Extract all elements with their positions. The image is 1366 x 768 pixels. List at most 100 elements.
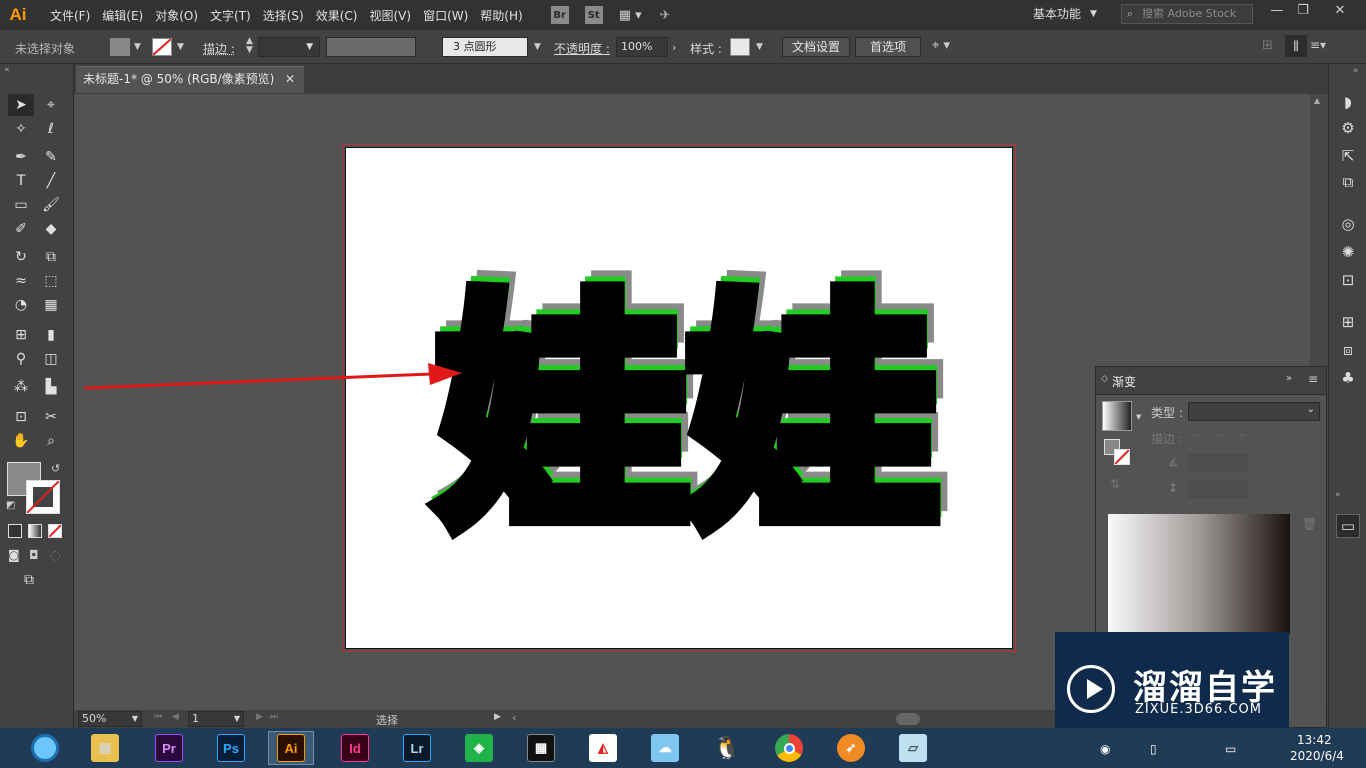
column-graph-tool-icon[interactable]: ▙ [38,376,64,398]
tray-volume-icon[interactable]: ▭ [1225,742,1236,756]
transform-icon[interactable]: ⊞ [1338,312,1358,332]
symbol-sprayer-tool-icon[interactable]: ⁂ [8,376,34,398]
chevron-down-icon[interactable]: ▼ [134,42,141,52]
opacity-label[interactable]: 不透明度 : [554,40,610,57]
graphic-style-swatch[interactable] [730,38,750,56]
last-artboard-icon[interactable]: ⏭ [270,712,278,722]
gradient-type-dropdown[interactable]: ⌄ [1188,402,1320,421]
artboard-tool-icon[interactable]: ⊡ [8,406,34,428]
clock-date[interactable]: 2020/6/4 [1290,749,1344,763]
align-icon[interactable]: ⊞ [1262,38,1273,53]
scroll-up-icon[interactable]: ▲ [1314,96,1320,105]
gradient-slider-preview[interactable] [1108,514,1290,634]
tray-qq-icon[interactable]: ◉ [1100,742,1110,756]
artboards-icon[interactable]: ⊡ [1338,270,1358,290]
collapse-panel-icon[interactable]: ◇ [1101,374,1108,384]
chevron-down-icon[interactable]: ▼ [756,42,763,52]
swap-colors-icon[interactable]: ↺ [51,462,60,475]
gradient-panel-title[interactable]: 渐变 [1112,373,1136,390]
gradient-panel-icon[interactable]: ▭ [1336,514,1360,538]
direct-selection-tool-icon[interactable]: ⌖ [38,94,64,116]
arrange-documents-icon[interactable]: ▦ ▾ [619,8,642,23]
maximize-button[interactable]: ❐ [1291,3,1315,23]
start-button[interactable] [22,731,68,765]
properties-icon[interactable]: ◗ [1338,92,1358,112]
workspace-switcher[interactable]: 基本功能 [1033,5,1081,22]
red-green-app[interactable]: ◭ [580,731,626,765]
zoom-tool-icon[interactable]: ⌕ [38,430,64,452]
rotate-tool-icon[interactable]: ↻ [8,246,34,268]
prev-artboard-icon[interactable]: ◀ [172,712,179,722]
fill-stroke-indicator[interactable] [1104,439,1132,467]
stroke-swatch[interactable] [152,38,172,56]
magic-wand-tool-icon[interactable]: ✧ [8,118,34,140]
brush-definition-dropdown[interactable]: 3 点圆形 [442,37,528,57]
menu-file[interactable]: 文件(F) [44,7,96,24]
rectangle-tool-icon[interactable]: ▭ [8,194,34,216]
chevron-down-icon[interactable]: ▼ [177,42,184,52]
chevron-down-icon[interactable]: ▼ [1136,413,1141,421]
status-menu-icon[interactable]: ▶ [494,712,501,722]
close-button[interactable]: ✕ [1328,3,1352,23]
qq-app[interactable]: 🐧 [704,731,750,765]
menu-help[interactable]: 帮助(H) [474,7,528,24]
paintbrush-tool-icon[interactable]: 🖌 [38,194,64,216]
scale-tool-icon[interactable]: ⧉ [38,246,64,268]
clock-time[interactable]: 13:42 [1297,733,1332,747]
notes-app[interactable]: ▱ [890,731,936,765]
eraser-tool-icon[interactable]: ◆ [38,218,64,240]
artboard-number-input[interactable]: 1 ▼ [188,711,244,727]
menu-window[interactable]: 窗口(W) [417,7,474,24]
slice-tool-icon[interactable]: ✂ [38,406,64,428]
symbols-icon[interactable]: ✺ [1338,242,1358,262]
pathfinder-icon[interactable]: ⧈ [1338,340,1358,360]
menu-effect[interactable]: 效果(C) [310,7,364,24]
curvature-tool-icon[interactable]: ✎ [38,146,64,168]
type-tool-icon[interactable]: T [8,170,34,192]
expand-dock-icon[interactable]: » [1335,490,1341,500]
stroke-label[interactable]: 描边 : [203,40,235,57]
document-setup-button[interactable]: 文档设置 [782,37,850,57]
expand-panel-icon[interactable]: » [1286,373,1292,384]
variable-width-profile[interactable] [326,37,416,57]
collapse-dock-icon[interactable]: » [1353,66,1359,76]
free-transform-tool-icon[interactable]: ⬚ [38,270,64,292]
hand-tool-icon[interactable]: ✋ [8,430,34,452]
color-mode-button[interactable] [8,524,22,538]
pen-tool-icon[interactable]: ✒ [8,146,34,168]
stroke-color-box[interactable] [26,480,60,514]
shaper-tool-icon[interactable]: ✐ [8,218,34,240]
draw-inside-icon[interactable]: ◌ [50,548,60,562]
video-editor-app[interactable]: ▦ [518,731,564,765]
draw-normal-icon[interactable]: ◙ [8,548,20,562]
stroke-stepper[interactable]: ▲ ▼ [246,37,253,55]
blend-tool-icon[interactable]: ◫ [38,348,64,370]
document-tab[interactable]: 未标题-1* @ 50% (RGB/像素预览) ✕ [76,66,304,93]
collapse-icon[interactable]: « [4,65,10,75]
gradient-thumbnail[interactable] [1102,401,1132,431]
gradient-tool-icon[interactable]: ▮ [38,324,64,346]
bridge-button[interactable]: Br [550,6,569,24]
indesign-app[interactable]: Id [332,731,378,765]
menu-icon[interactable]: ≡▾ [1310,38,1326,52]
chrome-app[interactable] [766,731,812,765]
scroll-left-icon[interactable]: ‹ [512,711,516,724]
line-tool-icon[interactable]: ╱ [38,170,64,192]
next-artboard-icon[interactable]: ▶ [256,712,263,722]
menu-type[interactable]: 文字(T) [204,7,257,24]
explorer-app[interactable]: ▤ [82,731,128,765]
tray-network-icon[interactable]: ▯ [1150,742,1157,756]
mesh-tool-icon[interactable]: ⊞ [8,324,34,346]
cloud-app[interactable]: ☁ [642,731,688,765]
panel-menu-icon[interactable]: ≡ [1308,372,1318,386]
lasso-tool-icon[interactable]: ℓ [38,118,64,140]
width-tool-icon[interactable]: ≈ [8,270,34,292]
perspective-grid-tool-icon[interactable]: ▦ [38,294,64,316]
eyedropper-tool-icon[interactable]: ⚲ [8,348,34,370]
fill-swatch[interactable] [110,38,130,56]
screen-mode-icon[interactable]: ⧉ [24,572,34,588]
draw-behind-icon[interactable]: ◘ [29,548,39,562]
appearance-icon[interactable]: ⚙ [1338,118,1358,138]
artboard[interactable] [345,147,1013,649]
lightroom-app[interactable]: Lr [394,731,440,765]
